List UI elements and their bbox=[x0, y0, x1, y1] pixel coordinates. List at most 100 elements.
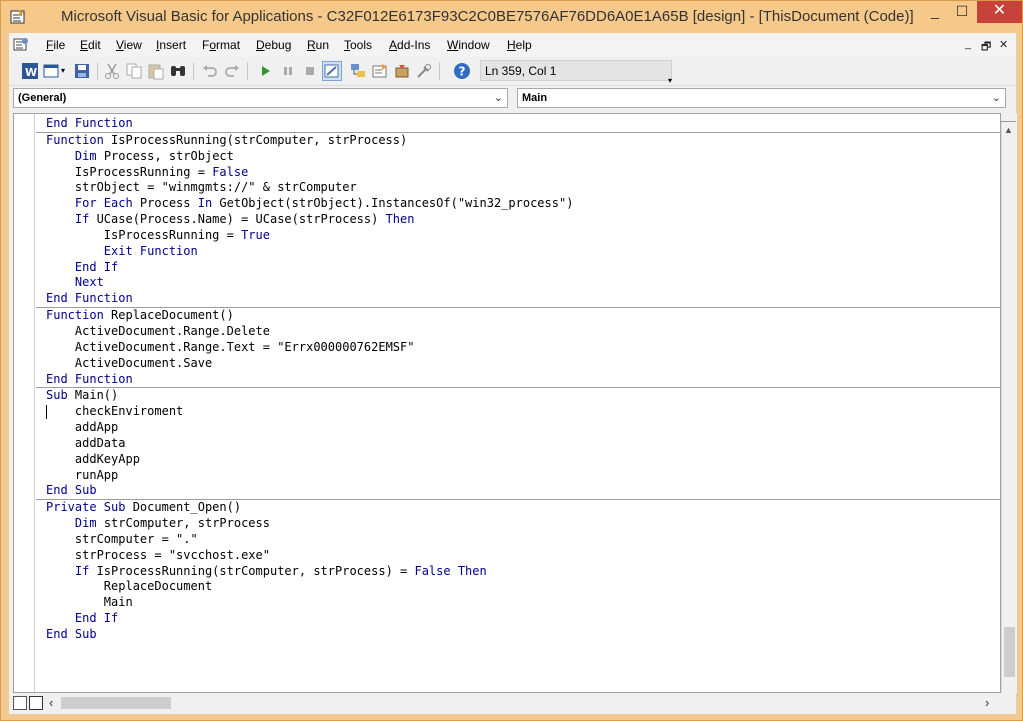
save-icon[interactable] bbox=[73, 62, 91, 80]
menu-edit[interactable]: Edit bbox=[80, 38, 101, 52]
code-text[interactable]: End Function Function IsProcessRunning(st… bbox=[36, 116, 1000, 643]
close-button[interactable]: ✕ bbox=[977, 1, 1022, 23]
mdi-minimize-button[interactable]: _ bbox=[965, 38, 971, 50]
code-keyword: Private Sub bbox=[46, 500, 126, 515]
code-line[interactable]: strObject = "winmgmts://" & strComputer bbox=[46, 180, 1000, 196]
code-token: Process bbox=[132, 196, 198, 211]
code-line[interactable]: Main bbox=[46, 595, 1000, 611]
menu-insert[interactable]: Insert bbox=[156, 38, 186, 52]
code-line[interactable]: End Sub bbox=[46, 627, 1000, 643]
undo-icon[interactable] bbox=[201, 62, 219, 80]
menu-window[interactable]: Window bbox=[447, 38, 490, 52]
code-window-icon[interactable] bbox=[13, 37, 29, 56]
code-line[interactable]: IsProcessRunning = False bbox=[46, 165, 1000, 181]
toolbar-separator bbox=[193, 62, 194, 80]
horizontal-scroll-thumb[interactable] bbox=[61, 697, 171, 709]
vba-app-icon[interactable] bbox=[9, 8, 27, 26]
code-keyword: For Each bbox=[74, 196, 133, 211]
code-line[interactable]: Private Sub Document_Open() bbox=[46, 500, 1000, 516]
code-line[interactable]: If UCase(Process.Name) = UCase(strProces… bbox=[46, 212, 1000, 228]
code-keyword: Sub bbox=[46, 388, 68, 403]
procedure-combo[interactable]: Main ⌄ bbox=[517, 88, 1006, 108]
code-line[interactable]: Function IsProcessRunning(strComputer, s… bbox=[46, 133, 1000, 149]
code-line[interactable]: End If bbox=[46, 611, 1000, 627]
code-keyword: If bbox=[74, 563, 90, 578]
horizontal-scrollbar[interactable]: ‹ › bbox=[9, 693, 1016, 714]
code-line[interactable]: addData bbox=[46, 436, 1000, 452]
code-keyword: End Function bbox=[46, 291, 133, 306]
mdi-restore-button[interactable]: 🗗 bbox=[981, 38, 991, 57]
cut-icon[interactable] bbox=[103, 62, 121, 80]
title-bar[interactable]: Microsoft Visual Basic for Applications … bbox=[1, 1, 1022, 33]
full-module-view-icon[interactable] bbox=[29, 696, 43, 710]
code-line[interactable]: addKeyApp bbox=[46, 452, 1000, 468]
code-line[interactable]: Function ReplaceDocument() bbox=[46, 308, 1000, 324]
code-line[interactable]: End Function bbox=[36, 116, 1000, 133]
insert-userform-icon[interactable] bbox=[43, 62, 61, 80]
menu-debug[interactable]: Debug bbox=[256, 38, 291, 52]
break-icon[interactable] bbox=[279, 62, 297, 80]
code-line[interactable]: End Function bbox=[36, 291, 1000, 309]
run-icon[interactable] bbox=[257, 62, 275, 80]
scroll-left-icon[interactable]: ‹ bbox=[49, 695, 53, 710]
find-icon[interactable] bbox=[169, 62, 187, 80]
project-explorer-icon[interactable] bbox=[349, 62, 367, 80]
code-line[interactable]: ReplaceDocument bbox=[46, 579, 1000, 595]
indicator-margin[interactable] bbox=[14, 114, 35, 692]
code-line[interactable]: Dim strComputer, strProcess bbox=[46, 516, 1000, 532]
mdi-close-button[interactable]: ✕ bbox=[999, 38, 1008, 51]
chevron-down-icon[interactable]: ⌄ bbox=[992, 89, 1001, 107]
code-line[interactable]: checkEnviroment bbox=[46, 404, 1000, 420]
code-line[interactable]: addApp bbox=[46, 420, 1000, 436]
menu-tools[interactable]: Tools bbox=[344, 38, 372, 52]
menu-file[interactable]: File bbox=[46, 38, 65, 52]
chevron-down-icon[interactable]: ⌄ bbox=[494, 89, 503, 107]
chevron-down-icon[interactable]: ▾ bbox=[61, 66, 69, 84]
code-token: ActiveDocument.Range.Delete bbox=[74, 323, 270, 338]
menu-run[interactable]: Run bbox=[307, 38, 329, 52]
code-line[interactable]: Exit Function bbox=[46, 244, 1000, 260]
code-token: ActiveDocument.Save bbox=[74, 355, 213, 370]
menu-format[interactable]: Format bbox=[202, 38, 240, 52]
procedure-view-icon[interactable] bbox=[13, 696, 27, 710]
code-line[interactable]: strProcess = "svcchost.exe" bbox=[46, 548, 1000, 564]
editor-frame: File Edit View Insert Format Debug Run Tools Add… bbox=[9, 33, 1017, 714]
code-line[interactable]: For Each Process In GetObject(strObject)… bbox=[46, 196, 1000, 212]
reset-icon[interactable] bbox=[301, 62, 319, 80]
code-line[interactable]: Dim Process, strObject bbox=[46, 149, 1000, 165]
properties-icon[interactable] bbox=[371, 62, 389, 80]
paste-icon[interactable] bbox=[147, 62, 165, 80]
minimize-button[interactable]: _ bbox=[920, 1, 950, 23]
maximize-button[interactable]: ☐ bbox=[947, 1, 977, 23]
code-line[interactable]: runApp bbox=[46, 468, 1000, 484]
code-line[interactable]: IsProcessRunning = True bbox=[46, 228, 1000, 244]
code-line[interactable]: End Function bbox=[36, 372, 1000, 389]
object-combo[interactable]: (General) ⌄ bbox=[13, 88, 508, 108]
menu-help[interactable]: Help bbox=[507, 38, 532, 52]
code-line[interactable]: End Sub bbox=[36, 483, 1000, 501]
code-line[interactable]: ActiveDocument.Range.Text = "Errx0000007… bbox=[46, 340, 1000, 356]
design-mode-icon[interactable] bbox=[322, 61, 342, 81]
code-editor[interactable]: End Function Function IsProcessRunning(st… bbox=[13, 113, 1001, 693]
object-browser-icon[interactable] bbox=[393, 62, 411, 80]
toolbox-icon[interactable] bbox=[415, 62, 433, 80]
code-keyword: Exit Function bbox=[103, 243, 198, 258]
help-icon[interactable]: ? bbox=[453, 62, 471, 80]
code-line[interactable]: strComputer = "." bbox=[46, 532, 1000, 548]
code-line[interactable]: If IsProcessRunning(strComputer, strProc… bbox=[46, 564, 1000, 580]
code-line[interactable]: End If bbox=[46, 260, 1000, 276]
vertical-scrollbar[interactable]: ▲ bbox=[1001, 113, 1017, 693]
code-line[interactable]: Sub Main() bbox=[46, 388, 1000, 404]
vertical-scroll-thumb[interactable] bbox=[1004, 627, 1015, 677]
scroll-right-icon[interactable]: › bbox=[985, 695, 989, 710]
code-line[interactable]: ActiveDocument.Range.Delete bbox=[46, 324, 1000, 340]
code-line[interactable]: Next bbox=[46, 275, 1000, 291]
word-icon[interactable]: W bbox=[21, 62, 39, 80]
copy-icon[interactable] bbox=[125, 62, 143, 80]
code-line[interactable]: ActiveDocument.Save bbox=[46, 356, 1000, 372]
split-bar[interactable] bbox=[1001, 113, 1016, 122]
menu-addins[interactable]: Add-Ins bbox=[389, 38, 430, 52]
scroll-up-icon[interactable]: ▲ bbox=[1004, 125, 1013, 135]
redo-icon[interactable] bbox=[223, 62, 241, 80]
menu-view[interactable]: View bbox=[116, 38, 142, 52]
